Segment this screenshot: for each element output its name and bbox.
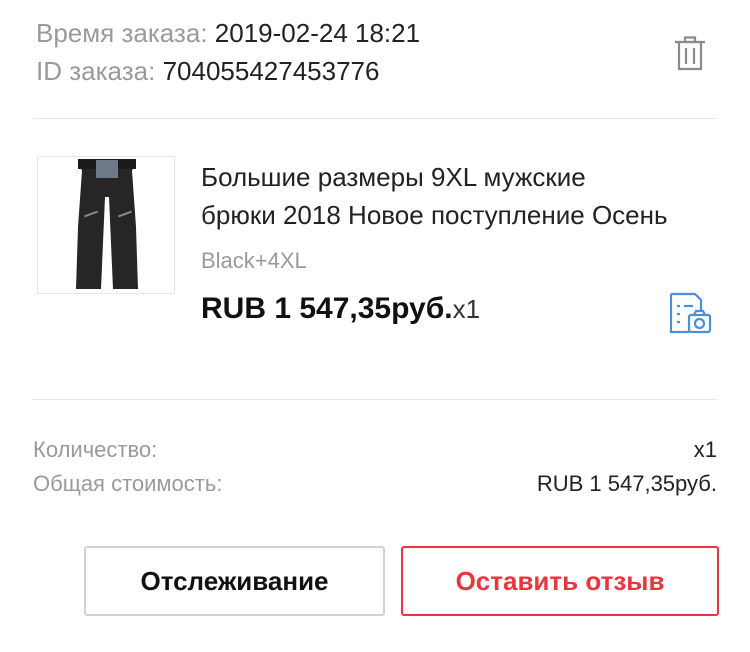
product-title-line: брюки 2018 Новое поступление Осень xyxy=(201,200,668,230)
track-button[interactable]: Отслеживание xyxy=(84,546,385,616)
total-value: RUB 1 547,35руб. xyxy=(536,471,717,496)
snapshot-camera-icon[interactable] xyxy=(665,290,713,336)
order-time-label: Время заказа: xyxy=(36,18,208,48)
product-quantity: x1 xyxy=(452,294,481,324)
black-pants-photo xyxy=(76,159,138,289)
product-title[interactable]: Большие размеры 9XL мужские брюки 2018 Н… xyxy=(201,158,721,234)
product-title-line: Большие размеры 9XL мужские xyxy=(201,162,586,192)
order-id-label: ID заказа: xyxy=(36,56,156,86)
trash-icon[interactable] xyxy=(673,36,707,72)
product-price: RUB 1 547,35руб. xyxy=(201,292,453,325)
leave-review-button[interactable]: Оставить отзыв xyxy=(401,546,719,616)
order-time-row: Время заказа: 2019-02-24 18:21 xyxy=(36,14,420,52)
total-label: Общая стоимость: xyxy=(33,471,223,496)
product-price-row: RUB 1 547,35руб.x1 xyxy=(201,292,480,326)
divider xyxy=(33,118,717,119)
order-header: Время заказа: 2019-02-24 18:21 ID заказа… xyxy=(36,14,420,90)
quantity-row: Количество: x1 xyxy=(33,434,717,466)
order-id-row: ID заказа: 704055427453776 xyxy=(36,52,420,90)
divider xyxy=(33,399,717,400)
quantity-value: x1 xyxy=(693,437,717,462)
order-time-value: 2019-02-24 18:21 xyxy=(214,18,421,48)
order-id-value: 704055427453776 xyxy=(162,56,380,86)
product-variant: Black+4XL xyxy=(201,248,307,273)
total-row: Общая стоимость: RUB 1 547,35руб. xyxy=(33,468,717,500)
product-image[interactable] xyxy=(37,156,175,294)
quantity-label: Количество: xyxy=(33,437,158,462)
